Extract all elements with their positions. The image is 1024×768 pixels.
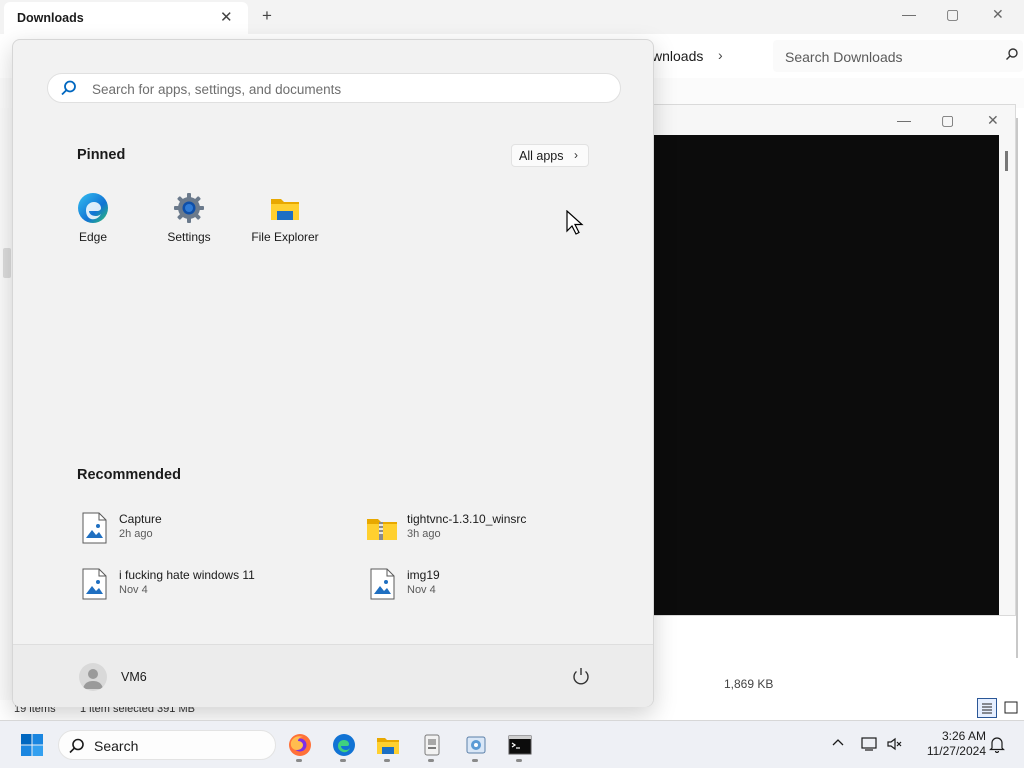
pinned-app-settings[interactable]: Settings	[144, 188, 234, 252]
taskbar-app-setup[interactable]	[460, 729, 492, 762]
minimize-button[interactable]: —	[902, 6, 916, 22]
taskbar-app-vnc[interactable]	[416, 729, 448, 762]
pinned-app-edge[interactable]: Edge	[48, 188, 138, 252]
start-search-box[interactable]	[47, 73, 621, 104]
taskbar-app-firefox[interactable]	[284, 729, 316, 762]
running-indicator	[340, 759, 346, 762]
recommended-item-time: 2h ago	[119, 528, 153, 540]
tab-close-icon[interactable]: ✕	[220, 8, 233, 26]
recommended-item-time: Nov 4	[119, 584, 148, 596]
running-indicator	[516, 759, 522, 762]
navigation-pane	[0, 108, 12, 708]
all-apps-label: All apps	[519, 149, 564, 163]
clock-date: 11/27/2024	[926, 744, 986, 758]
edge-icon	[78, 193, 108, 223]
maximize-button[interactable]: ▢	[946, 6, 959, 23]
chevron-up-icon[interactable]	[830, 735, 846, 751]
user-avatar[interactable]	[79, 663, 107, 691]
volume-muted-icon[interactable]	[886, 735, 904, 753]
console-scrollbar[interactable]	[1005, 151, 1008, 171]
taskbar-app-edge[interactable]	[328, 729, 360, 762]
running-indicator	[472, 759, 478, 762]
tiles-view-icon	[1004, 701, 1018, 714]
tab-title: Downloads	[17, 11, 84, 25]
recommended-item-name: Capture	[119, 512, 162, 526]
details-view-button[interactable]	[977, 698, 997, 718]
console-window[interactable]: — ▢ ✕	[648, 104, 1016, 616]
start-footer: VM6	[13, 644, 653, 707]
taskbar-search-label: Search	[94, 738, 139, 754]
tiles-view-button[interactable]	[1001, 698, 1021, 718]
clock-time: 3:26 AM	[941, 729, 986, 743]
tab-downloads[interactable]: Downloads ✕	[4, 2, 248, 34]
search-icon	[61, 80, 76, 96]
notification-bell-icon[interactable]	[988, 735, 1006, 753]
breadcrumb-downloads[interactable]: wnloads	[652, 48, 703, 64]
console-close-button[interactable]: ✕	[987, 112, 999, 129]
folder-icon	[271, 199, 299, 220]
console-minimize-button[interactable]: —	[897, 112, 911, 128]
recommended-item[interactable]: Capture 2h ago	[77, 508, 347, 548]
power-icon[interactable]	[570, 665, 592, 687]
console-maximize-button[interactable]: ▢	[941, 112, 954, 129]
taskbar-app-file-explorer[interactable]	[372, 729, 404, 762]
user-icon	[83, 669, 103, 689]
chevron-right-icon: ›	[574, 148, 578, 162]
running-indicator	[428, 759, 434, 762]
pinned-app-label: Settings	[167, 230, 211, 244]
recommended-item-time: 3h ago	[407, 528, 441, 540]
search-icon	[69, 738, 84, 754]
settings-gear-icon	[174, 193, 204, 223]
taskbar-search-box[interactable]: Search	[58, 730, 276, 760]
taskbar: Search 3:26 AM 11/27/2024	[0, 720, 1024, 768]
file-explorer-icon	[377, 738, 399, 754]
console-titlebar[interactable]: — ▢ ✕	[649, 105, 1015, 135]
start-menu: Pinned All apps › Edge	[12, 39, 654, 707]
all-apps-button[interactable]: All apps ›	[511, 144, 589, 167]
setup-icon	[466, 736, 486, 754]
edge-icon	[333, 734, 355, 756]
user-name[interactable]: VM6	[121, 670, 147, 684]
pinned-app-label: Edge	[78, 230, 108, 244]
pinned-app-file-explorer[interactable]: File Explorer	[240, 188, 330, 252]
breadcrumb-chevron-icon[interactable]: ›	[718, 47, 723, 63]
nav-scroll-thumb[interactable]	[3, 248, 11, 278]
image-file-icon	[82, 512, 107, 544]
network-icon[interactable]	[860, 735, 878, 753]
recommended-item[interactable]: tightvnc-1.3.10_winsrc 3h ago	[365, 508, 635, 548]
recommended-item-name: tightvnc-1.3.10_winsrc	[407, 512, 527, 526]
running-indicator	[384, 759, 390, 762]
explorer-titlebar: Downloads ✕ + — ▢ ✕	[0, 0, 1024, 35]
pinned-heading: Pinned	[77, 147, 126, 163]
zip-folder-icon	[367, 519, 397, 540]
recommended-heading: Recommended	[77, 467, 181, 483]
console-output[interactable]	[653, 135, 999, 615]
recommended-item-time: Nov 4	[407, 584, 436, 596]
mouse-cursor-icon	[566, 210, 584, 235]
search-icon	[1006, 48, 1018, 60]
taskbar-app-terminal[interactable]	[504, 729, 536, 762]
image-file-icon	[82, 568, 107, 600]
terminal-icon	[508, 735, 532, 755]
file-size-value: 1,869 KB	[724, 677, 774, 691]
windows-start-icon[interactable]	[20, 733, 44, 757]
close-button[interactable]: ✕	[992, 6, 1004, 23]
image-file-icon	[370, 568, 395, 600]
recommended-item-name: i fucking hate windows 11	[119, 568, 255, 582]
recommended-item-name: img19	[407, 568, 440, 582]
recommended-item[interactable]: img19 Nov 4	[365, 564, 635, 604]
firefox-icon	[289, 734, 311, 756]
taskbar-clock[interactable]: 3:26 AM 11/27/2024	[914, 729, 986, 759]
running-indicator	[296, 759, 302, 762]
vnc-installer-icon	[424, 734, 440, 756]
details-view-icon	[982, 703, 992, 714]
recommended-item[interactable]: i fucking hate windows 11 Nov 4	[77, 564, 347, 604]
search-downloads-placeholder: Search Downloads	[785, 49, 903, 65]
new-tab-button[interactable]: +	[262, 6, 272, 26]
pinned-app-label: File Explorer	[251, 230, 319, 244]
search-downloads-field[interactable]: Search Downloads	[773, 40, 1023, 72]
start-search-input[interactable]	[90, 74, 594, 104]
